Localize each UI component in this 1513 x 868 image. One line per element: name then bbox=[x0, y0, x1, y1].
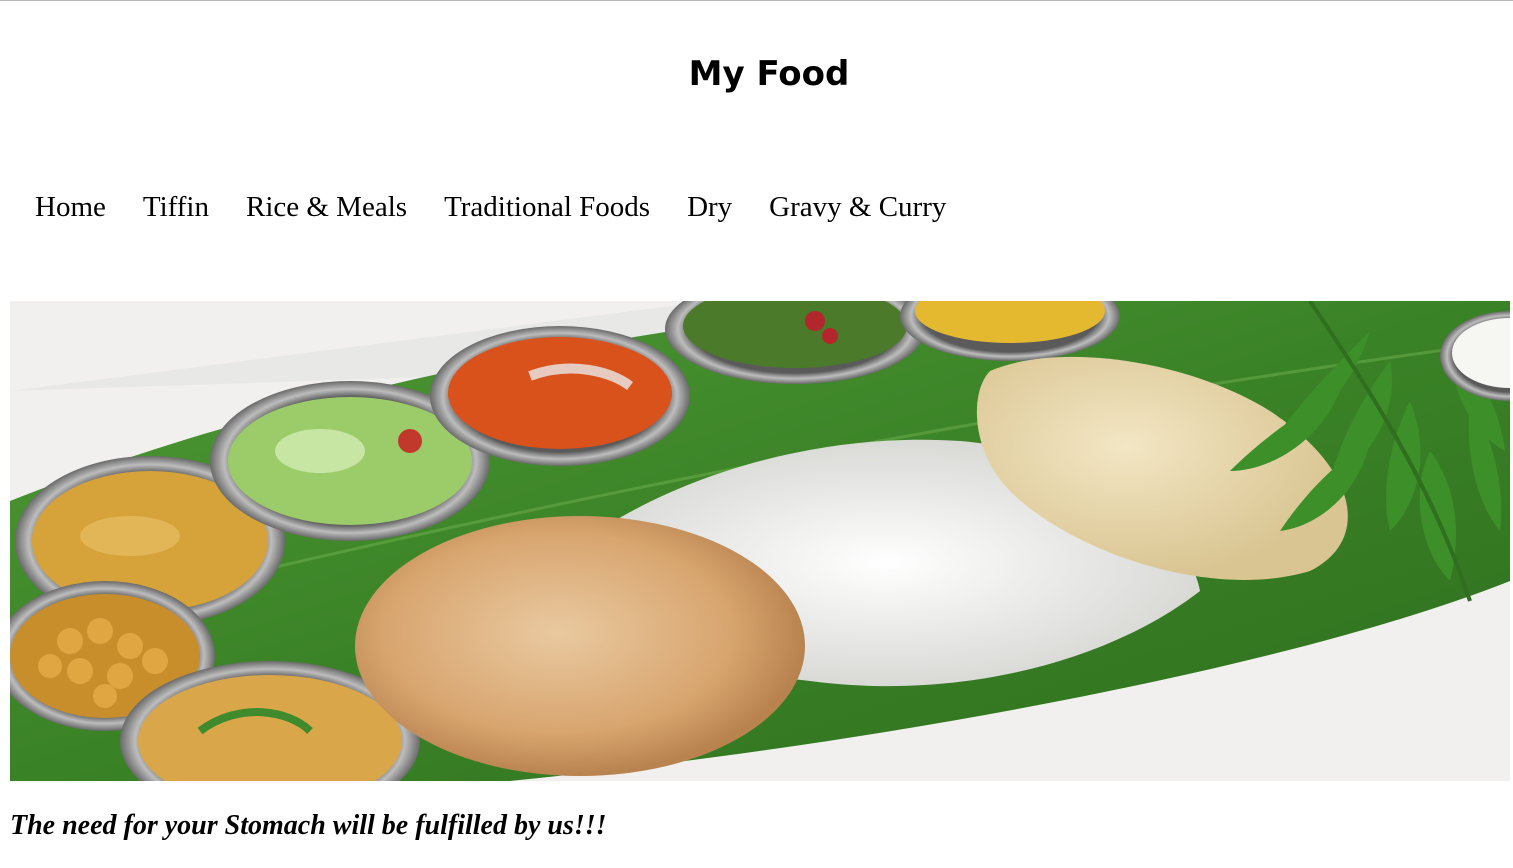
main-nav: Home Tiffin Rice & Meals Traditional Foo… bbox=[35, 186, 983, 228]
nav-link-home[interactable]: Home bbox=[35, 186, 106, 228]
nav-link-traditional-foods[interactable]: Traditional Foods bbox=[444, 186, 650, 228]
nav-link-dry[interactable]: Dry bbox=[687, 186, 732, 228]
nav-link-tiffin[interactable]: Tiffin bbox=[143, 186, 209, 228]
hero-image bbox=[10, 301, 1510, 781]
puri bbox=[355, 516, 805, 776]
site-title: My Food bbox=[688, 54, 850, 94]
top-divider bbox=[0, 0, 1513, 1]
nav-link-rice-meals[interactable]: Rice & Meals bbox=[246, 186, 407, 228]
nav-link-gravy-curry[interactable]: Gravy & Curry bbox=[769, 186, 946, 228]
meal-illustration bbox=[10, 301, 1510, 781]
tagline: The need for your Stomach will be fulfil… bbox=[10, 810, 607, 841]
